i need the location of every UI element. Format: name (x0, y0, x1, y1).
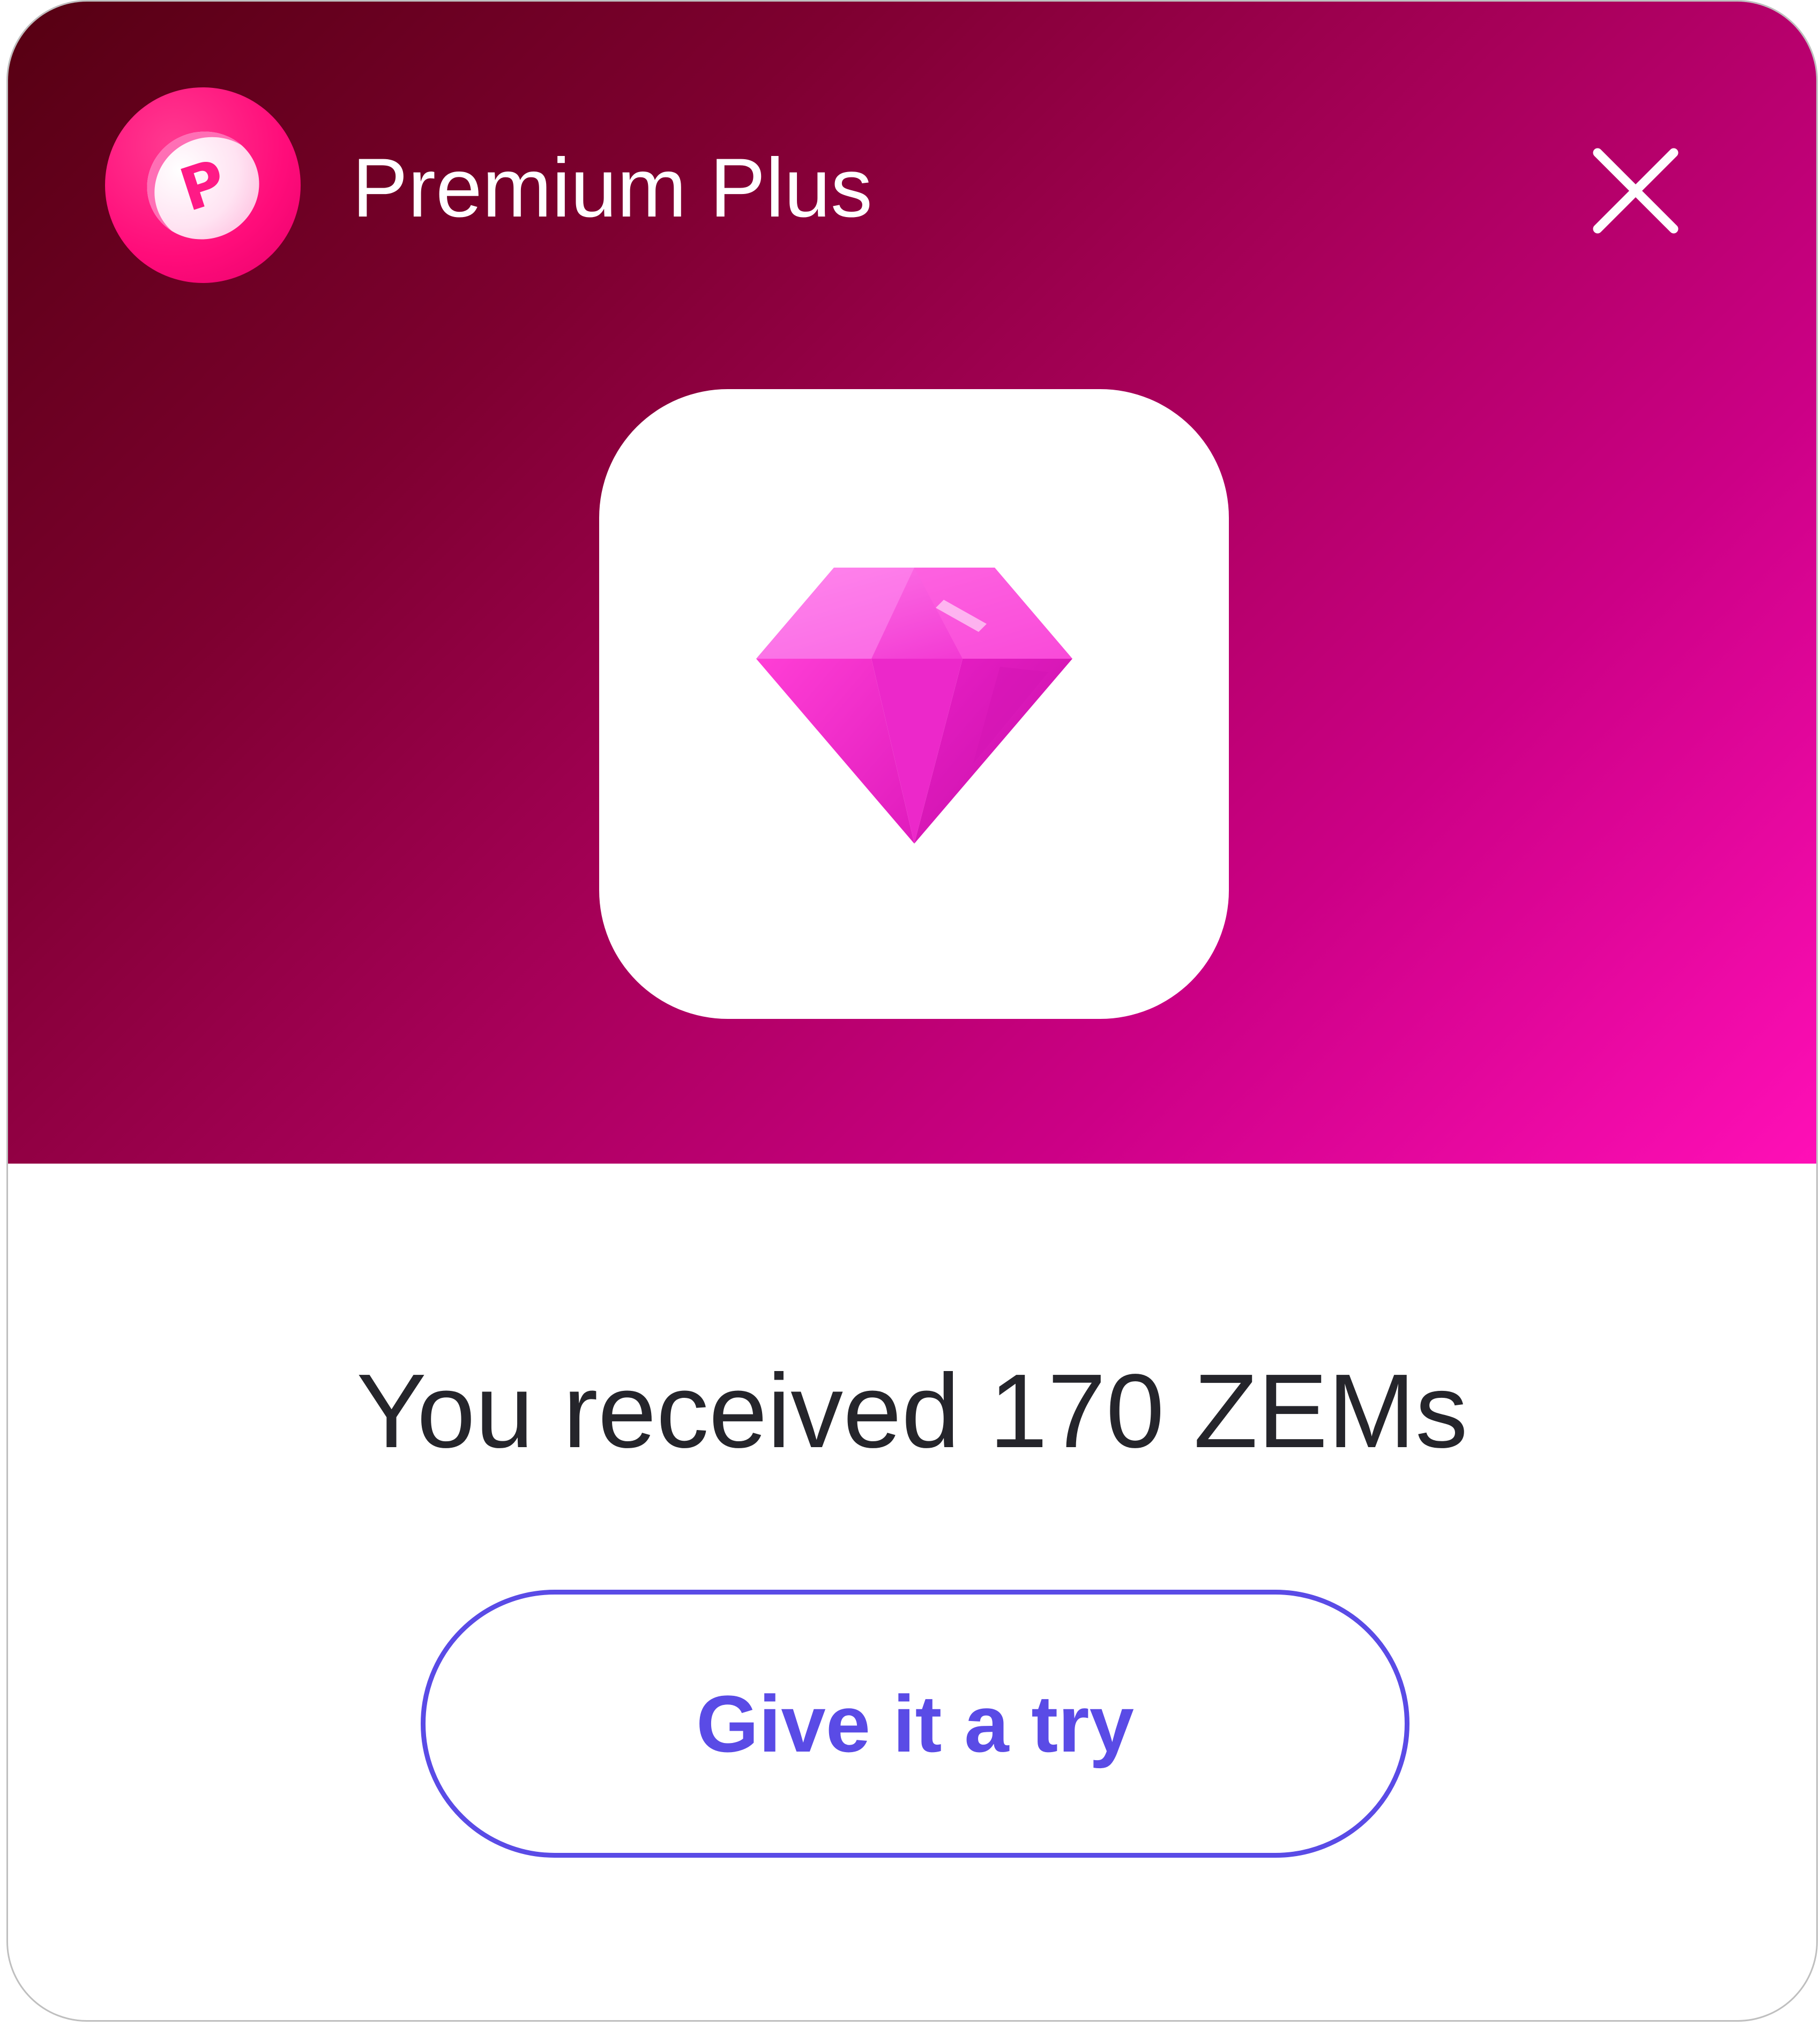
close-icon (1593, 148, 1679, 234)
hero-banner: P Premium Plus (8, 2, 1816, 1164)
reward-tile (599, 389, 1229, 1019)
premium-coin-icon: P (132, 116, 273, 254)
cta-label: Give it a try (696, 1678, 1135, 1769)
close-button[interactable] (1590, 145, 1681, 236)
reward-dialog: P Premium Plus You received 170 ZEMs Giv… (6, 0, 1818, 2022)
reward-message: You received 170 ZEMs (356, 1352, 1468, 1470)
logo-letter: P (171, 146, 234, 225)
diamond-gem-icon (756, 567, 1072, 844)
dialog-title: Premium Plus (352, 141, 872, 235)
give-it-a-try-button[interactable]: Give it a try (421, 1590, 1409, 1858)
premium-logo: P (105, 87, 301, 283)
